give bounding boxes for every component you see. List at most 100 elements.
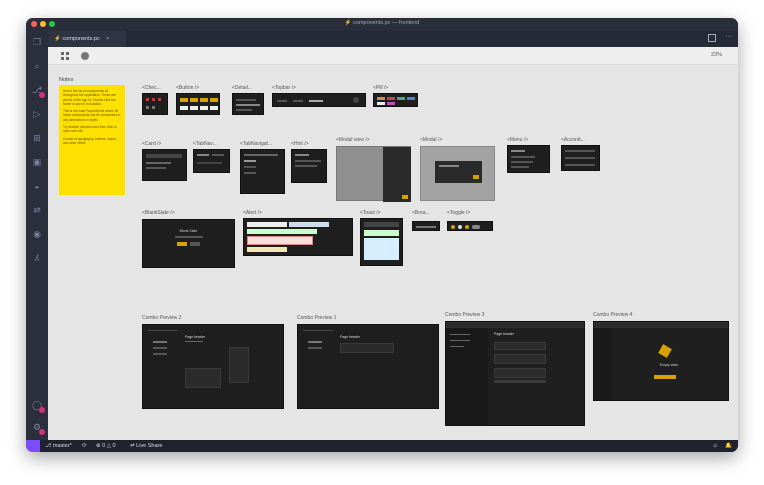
frame-label-detail[interactable]: <Detail... [232,85,252,91]
artboard-tabnav[interactable] [193,149,230,173]
notes-title: Notes [59,77,74,83]
window-title-text: components.pc — frontend [353,20,420,26]
sync-icon[interactable]: ⟳ [82,440,87,452]
frame-label-modal-view[interactable]: <Modal view /> [336,137,370,143]
zoom-level[interactable]: 23% [711,52,722,58]
artboard-pill[interactable] [373,93,418,107]
artboard-hint[interactable] [291,149,327,183]
frame-label-menu[interactable]: <Menu /> [507,137,528,143]
artboard-menu[interactable] [507,145,550,173]
frame-label-combo-1[interactable]: Combo Preview 1 [297,315,336,321]
docker-icon[interactable]: ◒ [31,180,43,192]
problems-status[interactable]: ⊗ 0 △ 0 [96,440,116,452]
github-icon[interactable]: ◉ [31,228,43,240]
frame-label-topbar[interactable]: <Topbar /> [272,85,296,91]
blankslate-title: Blank Slate [179,229,198,233]
note-paragraph: Here's the list of components all throug… [63,89,116,106]
design-canvas[interactable]: Notes Here's the list of components all … [48,65,738,440]
tab-close-icon[interactable]: × [106,36,109,42]
remote-icon[interactable]: ▣ [31,156,43,168]
combo3-page-header: Page header [494,332,515,336]
artboard-combo-2[interactable]: Page header [142,324,284,409]
frame-label-blankslate[interactable]: <BlankSlate /> [142,210,175,216]
settings-icon[interactable]: ⚙ [31,421,45,435]
artboard-breadcrumb[interactable] [412,221,440,231]
artboard-card[interactable] [142,149,187,181]
notifications-icon[interactable]: 🔔 [725,440,732,452]
feedback-icon[interactable]: ☺ [712,440,718,452]
artboard-alert[interactable] [243,218,353,256]
combo1-page-header: Page header [340,335,361,339]
note-paragraph: This is the main Paperclip file where al… [63,109,121,122]
inspect-icon[interactable] [81,52,89,60]
combo2-page-header: Page header [185,335,206,339]
artboard-toggle[interactable] [447,221,493,231]
warning-count: 0 [112,443,116,449]
artboard-button[interactable] [176,93,220,115]
activity-bar: ❐ ⌕ ⎇ ▷ ⊞ ▣ ◒ ⇌ ◉ ʎ ◯ ⚙ [26,31,48,440]
remote-status-icon[interactable] [26,440,40,452]
lightning-icon: ⚡ [54,36,61,42]
notes-card[interactable]: Here's the list of components all throug… [59,85,125,195]
split-editor-icon[interactable] [708,34,716,42]
account-badge [39,407,45,413]
branch-icon[interactable]: ʎ [31,252,43,264]
tab-bar: ⚡ components.pc × ··· [48,31,738,47]
frame-label-breadcrumb[interactable]: <Brea... [412,210,430,216]
empty-state-title: Empty state [659,363,679,367]
frame-label-accordion[interactable]: <Accordi... [561,137,585,143]
frame-label-toggle[interactable]: <Toggle /> [447,210,470,216]
live-share-label: Live Share [136,443,163,449]
artboard-detail[interactable] [232,93,264,115]
empty-state-icon [658,344,672,358]
more-actions-icon[interactable]: ··· [725,33,732,40]
tab-components[interactable]: ⚡ components.pc × [48,31,126,47]
source-control-icon[interactable]: ⎇ [31,84,45,98]
artboard-modal[interactable] [420,146,495,201]
frame-label-combo-4[interactable]: Combo Preview 4 [593,312,632,318]
artboard-accordion[interactable] [561,145,600,171]
title-bar: ⚡ components.pc — frontend [26,18,738,31]
files-icon[interactable]: ❐ [31,36,43,48]
window-title: ⚡ components.pc — frontend [26,20,738,26]
frame-label-pill[interactable]: <Pill /> [373,85,388,91]
frame-label-checkbox[interactable]: <Chec... [142,85,161,91]
editor-window: ⚡ components.pc — frontend ❐ ⌕ ⎇ ▷ ⊞ ▣ ◒… [26,18,738,452]
frame-label-card[interactable]: <Card /> [142,141,161,147]
notification-badge [39,92,45,98]
artboard-modal-view[interactable] [336,146,411,202]
artboard-combo-4[interactable]: Empty state [593,321,729,401]
frame-label-tabnavigation[interactable]: <TabNavigat... [240,141,272,147]
branch-status[interactable]: ⎇ master* [45,440,72,452]
frame-label-hint[interactable]: <Hint /> [291,141,309,147]
artboard-toast[interactable] [360,218,403,266]
grid-view-icon[interactable] [61,52,69,60]
note-paragraph: Combo of typography, buttons, inputs, an… [63,136,117,145]
extensions-icon[interactable]: ⊞ [31,132,43,144]
frame-label-modal[interactable]: <Modal /> [420,137,442,143]
frame-label-alert[interactable]: <Alert /> [243,210,262,216]
frame-label-tabnav[interactable]: <TabNav... [193,141,217,147]
status-bar: ⎇ master* ⟳ ⊗ 0 △ 0 ⇌ Live Share ☺ 🔔 [26,440,738,452]
artboard-combo-1[interactable]: Page header [297,324,439,409]
live-share-icon[interactable]: ⇌ [31,204,43,216]
error-count: 0 [102,443,106,449]
account-icon[interactable]: ◯ [31,399,45,413]
artboard-checkbox[interactable] [142,93,168,115]
note-paragraph: Try another selection and then click to … [63,125,117,134]
artboard-blankslate[interactable]: Blank Slate [142,219,235,268]
live-share-status[interactable]: ⇌ Live Share [130,440,162,452]
frame-label-combo-3[interactable]: Combo Preview 3 [445,312,484,318]
artboard-topbar[interactable] [272,93,366,107]
branch-name: master* [52,443,72,449]
artboard-tabnavigation[interactable] [240,149,285,194]
tab-label: components.pc [62,36,100,42]
frame-label-toast[interactable]: <Toast /> [360,210,381,216]
search-icon[interactable]: ⌕ [31,60,43,72]
settings-badge [39,429,45,435]
frame-label-button[interactable]: <Button /> [176,85,199,91]
lightning-icon: ⚡ [344,20,352,26]
run-icon[interactable]: ▷ [31,108,43,120]
frame-label-combo-2[interactable]: Combo Preview 2 [142,315,181,321]
artboard-combo-3[interactable]: Page header [445,321,585,426]
